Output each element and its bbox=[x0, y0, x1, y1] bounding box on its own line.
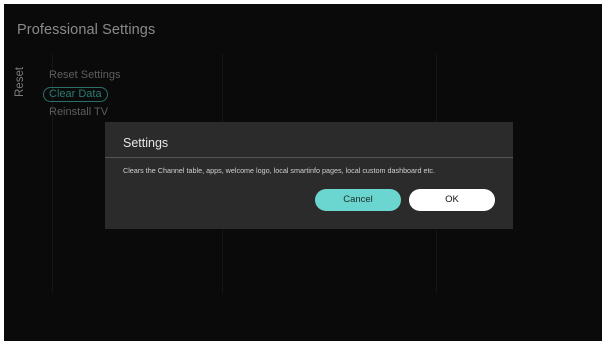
menu-item-reinstall-tv[interactable]: Reinstall TV bbox=[42, 104, 128, 121]
settings-menu: Reset Settings Clear Data Reinstall TV bbox=[42, 67, 128, 121]
dialog-divider bbox=[105, 157, 513, 158]
dialog-title: Settings bbox=[123, 136, 169, 150]
section-label-reset: Reset bbox=[14, 66, 26, 97]
dialog-message: Clears the Channel table, apps, welcome … bbox=[123, 166, 436, 175]
menu-item-clear-data[interactable]: Clear Data bbox=[43, 87, 108, 102]
menu-item-reset-settings[interactable]: Reset Settings bbox=[42, 67, 128, 84]
tv-screen: Professional Settings Reset Reset Settin… bbox=[4, 4, 602, 341]
cancel-button[interactable]: Cancel bbox=[315, 189, 401, 211]
page-title: Professional Settings bbox=[17, 22, 156, 38]
page: Professional Settings Reset Reset Settin… bbox=[0, 0, 607, 345]
settings-dialog: Settings Clears the Channel table, apps,… bbox=[105, 122, 513, 229]
ok-button[interactable]: OK bbox=[409, 189, 495, 211]
